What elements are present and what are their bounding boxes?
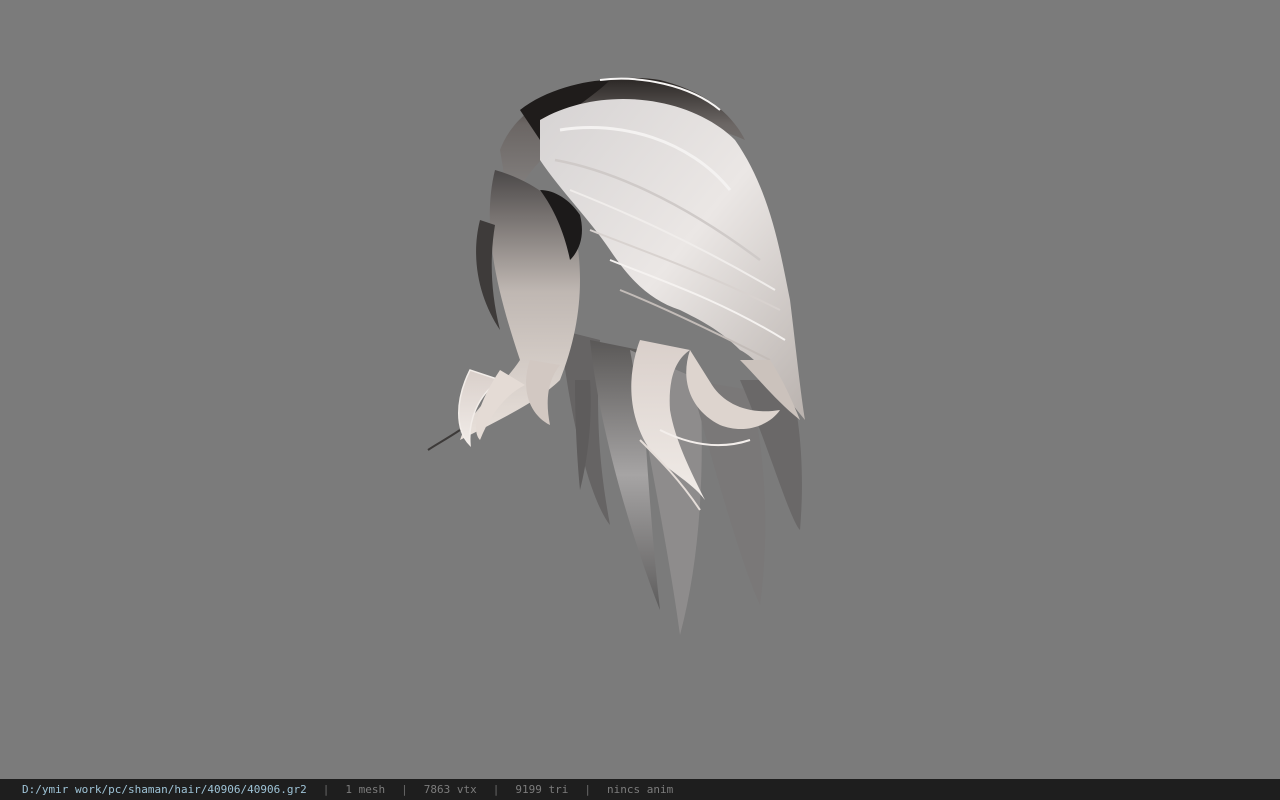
status-bar: D:/ymir work/pc/shaman/hair/40906/40906.… (0, 779, 1280, 800)
file-path: D:/ymir work/pc/shaman/hair/40906/40906.… (22, 783, 307, 796)
animation-status: nincs anim (607, 783, 674, 796)
3d-viewport[interactable] (0, 0, 1280, 779)
separator: | (401, 783, 408, 796)
separator: | (322, 783, 330, 796)
separator: | (492, 783, 500, 796)
vertex-count: 7863 vtx (423, 783, 477, 796)
separator: | (584, 783, 591, 796)
mesh-count: 1 mesh (345, 783, 386, 796)
triangle-count: 9199 tri (515, 783, 569, 796)
hair-model-render (427, 77, 805, 635)
